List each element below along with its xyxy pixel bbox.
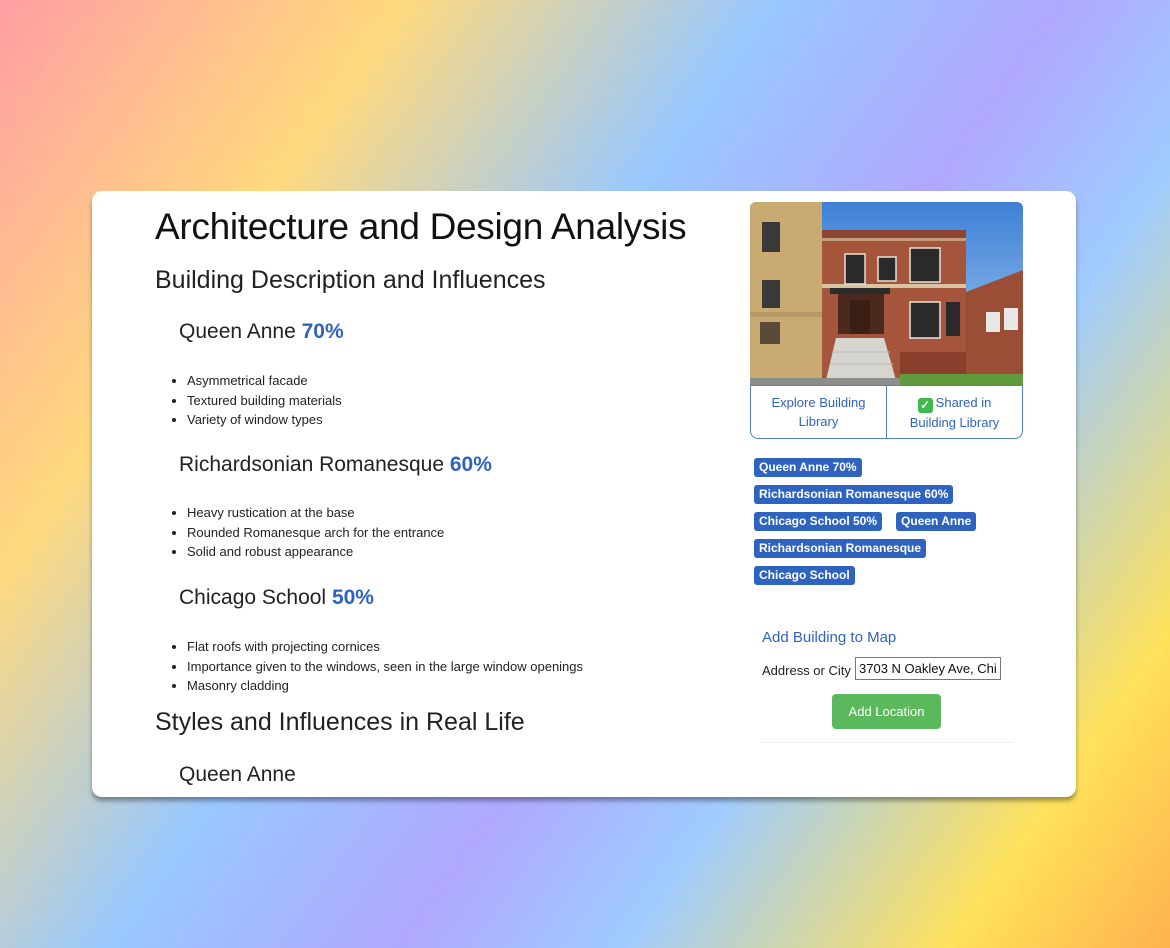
explore-library-button[interactable]: Explore Building Library [750,385,887,439]
style-percent: 60% [449,453,492,476]
feature-item: Textured building materials [187,391,342,411]
section-title-real-life: Styles and Influences in Real Life [155,708,525,736]
feature-list-chicago-school: Flat roofs with projecting cornices Impo… [169,637,583,696]
check-mark-icon: ✓ [917,397,933,413]
address-label: Address or City [762,663,851,678]
add-location-button[interactable]: Add Location [832,694,941,729]
sidebar: Explore Building Library ✓ Shared in Buil… [750,202,1024,743]
address-input[interactable] [855,657,1001,680]
feature-item: Importance given to the windows, seen in… [187,657,583,677]
style-tag: Chicago School [754,566,855,585]
section-title-description: Building Description and Influences [155,266,546,294]
feature-item: Variety of window types [187,410,342,430]
style-name: Queen Anne [179,320,296,343]
analysis-card: Architecture and Design Analysis Buildin… [92,191,1076,797]
style-tag: Chicago School 50% [754,512,883,531]
feature-list-richardsonian: Heavy rustication at the base Rounded Ro… [169,503,444,562]
library-buttons: Explore Building Library ✓ Shared in Buil… [750,385,1023,439]
page-title: Architecture and Design Analysis [155,206,687,247]
feature-list-queen-anne: Asymmetrical facade Textured building ma… [169,371,342,430]
style-name: Chicago School [179,586,327,609]
style-heading-richardsonian: Richardsonian Romanesque 60% [179,453,492,477]
feature-item: Flat roofs with projecting cornices [187,637,583,657]
style-heading-chicago-school: Chicago School 50% [179,586,374,610]
feature-item: Asymmetrical facade [187,371,342,391]
style-name: Richardsonian Romanesque [179,453,444,476]
feature-item: Solid and robust appearance [187,542,444,562]
divider [760,742,1014,743]
building-photo [750,202,1023,385]
style-tag: Queen Anne 70% [754,458,862,477]
feature-item: Rounded Romanesque arch for the entrance [187,523,444,543]
add-to-map-link[interactable]: Add Building to Map [762,629,896,646]
style-tags: Queen Anne 70% Richardsonian Romanesque … [754,458,1024,585]
shared-library-button[interactable]: ✓ Shared in Building Library [887,385,1023,439]
style-percent: 70% [301,320,344,343]
style-tag: Richardsonian Romanesque [754,539,927,558]
style-tag: Richardsonian Romanesque 60% [754,485,954,504]
style-tag: Queen Anne [896,512,977,531]
feature-item: Masonry cladding [187,676,583,696]
style-percent: 50% [331,586,374,609]
feature-item: Heavy rustication at the base [187,503,444,523]
real-life-style-heading: Queen Anne [179,763,296,786]
style-heading-queen-anne: Queen Anne 70% [179,320,344,344]
